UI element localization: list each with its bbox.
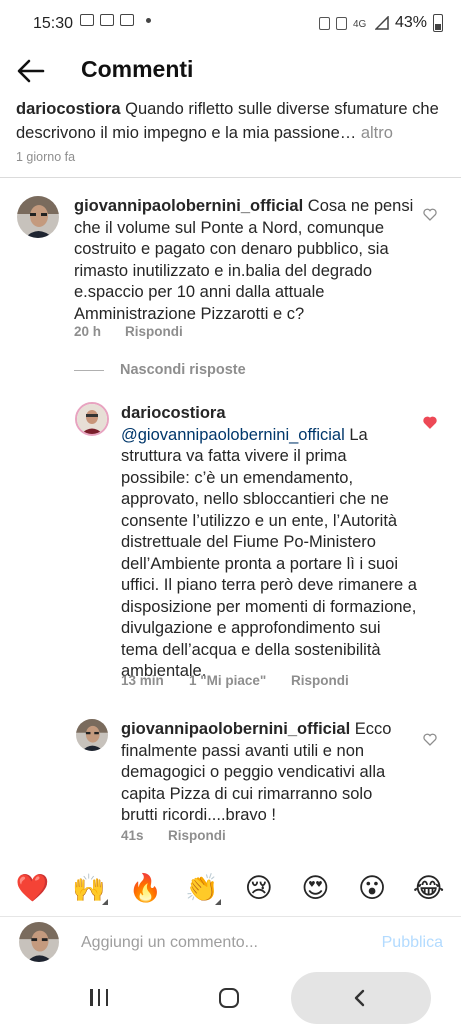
surprised-face-icon[interactable]: 😮 bbox=[355, 871, 389, 905]
avatar[interactable] bbox=[75, 402, 109, 436]
hide-replies-line bbox=[74, 369, 104, 371]
header: Commenti bbox=[0, 48, 461, 94]
crying-face-icon[interactable]: 😢 bbox=[242, 871, 276, 905]
fire-icon[interactable]: 🔥 bbox=[129, 871, 163, 905]
red-heart-icon[interactable]: ❤️ bbox=[15, 871, 50, 905]
wifi-4g-icon: 4G bbox=[353, 19, 367, 30]
battery-icon bbox=[433, 14, 443, 32]
message-notification-icon bbox=[120, 14, 134, 26]
mail-notification-icon bbox=[100, 14, 114, 26]
post-caption: dariocostiora Quando rifletto sulle dive… bbox=[16, 97, 448, 145]
user-avatar-image bbox=[76, 719, 108, 751]
caption-more-link[interactable]: altro bbox=[361, 124, 393, 142]
heart-outline-icon[interactable] bbox=[423, 733, 437, 746]
avatar bbox=[19, 922, 59, 962]
clapping-hands-icon[interactable]: 👏 bbox=[185, 871, 222, 905]
hide-replies-toggle[interactable]: Nascondi risposte bbox=[74, 362, 246, 378]
quick-reactions-bar: ❤️ 🙌 🔥 👏 😢 😍 😮 😂 bbox=[0, 860, 461, 916]
status-bar: 15:30 4G 43% bbox=[0, 0, 461, 48]
heart-filled-icon[interactable] bbox=[423, 416, 437, 429]
comment-username[interactable]: giovannipaolobernini_official bbox=[74, 197, 303, 215]
raising-hands-icon[interactable]: 🙌 bbox=[72, 871, 108, 905]
laughing-face-icon[interactable]: 😂 bbox=[412, 871, 446, 905]
reply-text: dariocostiora @giovannipaolobernini_offi… bbox=[121, 403, 419, 683]
reply-meta: 41s Rispondi bbox=[121, 828, 226, 843]
caption-timestamp: 1 giorno fa bbox=[16, 150, 76, 164]
avatar[interactable] bbox=[17, 196, 59, 238]
comment-input-bar: Aggiungi un commento... Pubblica bbox=[0, 917, 461, 971]
back-arrow-icon[interactable] bbox=[14, 54, 48, 88]
comment-meta: 20 h Rispondi bbox=[74, 324, 183, 339]
reply-body: La struttura va fatta vivere il prima po… bbox=[121, 425, 417, 681]
battery-percent: 43% bbox=[394, 14, 427, 31]
hide-replies-label[interactable]: Nascondi risposte bbox=[120, 362, 246, 378]
more-notifications-icon bbox=[146, 17, 151, 23]
reply-meta: 13 min 1 "Mi piace" Rispondi bbox=[121, 673, 349, 688]
heart-eyes-icon[interactable]: 😍 bbox=[298, 871, 332, 905]
recents-icon[interactable] bbox=[90, 989, 108, 1007]
reply-username[interactable]: dariocostiora bbox=[121, 404, 226, 422]
reply-button[interactable]: Rispondi bbox=[291, 673, 349, 688]
mute-icon bbox=[335, 16, 347, 30]
avatar[interactable] bbox=[76, 719, 108, 751]
reply-likes-count[interactable]: 1 "Mi piace" bbox=[189, 673, 291, 688]
reply-time: 13 min bbox=[121, 673, 164, 688]
comment-time: 20 h bbox=[74, 324, 102, 339]
page-title: Commenti bbox=[81, 56, 194, 82]
reply-button[interactable]: Rispondi bbox=[125, 324, 183, 339]
comment-body: Cosa ne pensi che il volume sul Ponte a … bbox=[74, 197, 414, 323]
caption-username[interactable]: dariocostiora bbox=[16, 100, 121, 118]
reply-button[interactable]: Rispondi bbox=[168, 828, 226, 843]
reply-username[interactable]: giovannipaolobernini_official bbox=[121, 720, 350, 738]
gallery-notification-icon bbox=[80, 14, 94, 26]
reply-time: 41s bbox=[121, 828, 144, 843]
reply-text: giovannipaolobernini_official Ecco final… bbox=[121, 719, 413, 827]
user-avatar-image bbox=[17, 196, 59, 238]
reply-mention[interactable]: @giovannipaolobernini_official bbox=[121, 426, 345, 444]
user-avatar-image bbox=[19, 922, 59, 962]
system-nav-bar bbox=[0, 972, 461, 1024]
signal-icon bbox=[374, 16, 389, 30]
publish-button[interactable]: Pubblica bbox=[382, 934, 443, 952]
comment-text: giovannipaolobernini_official Cosa ne pe… bbox=[74, 196, 414, 325]
svg-text:4G: 4G bbox=[353, 19, 367, 30]
heart-outline-icon[interactable] bbox=[423, 208, 437, 221]
divider bbox=[0, 177, 461, 178]
user-avatar-image bbox=[77, 404, 107, 434]
comment-input[interactable]: Aggiungi un commento... bbox=[81, 934, 258, 952]
status-time: 15:30 bbox=[33, 15, 74, 32]
nav-back-icon[interactable] bbox=[350, 988, 370, 1008]
alarm-icon bbox=[318, 16, 330, 30]
home-icon[interactable] bbox=[219, 988, 239, 1008]
